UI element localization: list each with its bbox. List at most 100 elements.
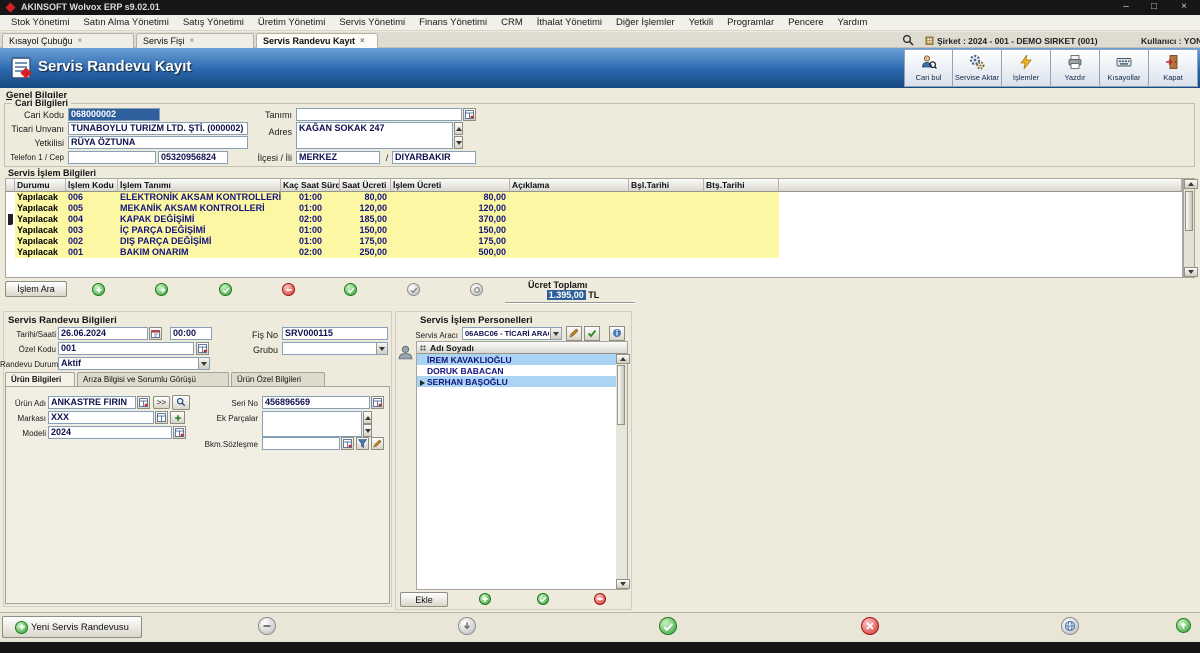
row-cancel-button[interactable] bbox=[407, 283, 420, 296]
markasi-lookup-button[interactable] bbox=[155, 411, 168, 424]
table-scrollbar[interactable] bbox=[1183, 178, 1195, 278]
menu-ithalat-yonetimi[interactable]: İthalat Yönetimi bbox=[530, 17, 609, 28]
bottom-globe-button[interactable] bbox=[1061, 617, 1079, 635]
servis-araci-select[interactable]: 06ABC06 - TİCARİ ARAC bbox=[462, 327, 562, 340]
bottom-download-button[interactable] bbox=[458, 617, 476, 635]
markasi-field[interactable]: XXX bbox=[48, 411, 154, 424]
menu-satis-yonetimi[interactable]: Satış Yönetimi bbox=[176, 17, 251, 28]
arac-info-button[interactable] bbox=[609, 326, 625, 341]
table-row-current[interactable]: Yapılacak 004 KAPAK DEĞİŞİMİ 02:00 185,0… bbox=[6, 214, 1182, 225]
tab-close-icon[interactable]: × bbox=[78, 37, 83, 45]
bkm-sozlesme-field[interactable] bbox=[262, 437, 340, 450]
personel-row[interactable]: DORUK BABACAN bbox=[417, 365, 627, 376]
bkm-edit-button[interactable] bbox=[371, 437, 384, 450]
arac-edit-button[interactable] bbox=[566, 326, 582, 341]
yazdir-button[interactable]: Yazdır bbox=[1051, 49, 1100, 87]
adres-scroll-down-button[interactable] bbox=[454, 136, 463, 149]
modeli-field[interactable]: 2024 bbox=[48, 426, 172, 439]
personel-grid-header[interactable]: Adı Soyadı bbox=[417, 342, 627, 354]
col-islem-kodu[interactable]: İşlem Kodu bbox=[66, 179, 118, 192]
ekle-button[interactable]: Ekle bbox=[400, 592, 448, 607]
close-button[interactable]: × bbox=[1172, 0, 1196, 15]
ticari-unvani-field[interactable]: TUNABOYLU TURIZM LTD. ŞTİ. (000002) bbox=[68, 122, 248, 135]
ek-parcalar-field[interactable] bbox=[262, 411, 362, 437]
tab-servis-fisi[interactable]: Servis Fişi × bbox=[136, 33, 254, 48]
tab-close-icon[interactable]: × bbox=[190, 37, 195, 45]
search-icon[interactable] bbox=[902, 34, 914, 48]
row-post-button[interactable] bbox=[344, 283, 357, 296]
kapat-button[interactable]: Kapat bbox=[1149, 49, 1198, 87]
arac-confirm-button[interactable] bbox=[584, 326, 600, 341]
yeni-servis-randevusu-button[interactable]: Yeni Servis Randevusu bbox=[2, 616, 142, 638]
col-bsl-tarihi[interactable]: Bşl.Tarihi bbox=[629, 179, 704, 192]
row-edit-button[interactable] bbox=[219, 283, 232, 296]
table-row[interactable]: Yapılacak 005 MEKANİK AKSAM KONTROLLERİ … bbox=[6, 203, 1182, 214]
tab-urun-bilgileri[interactable]: Ürün Bilgileri bbox=[5, 372, 75, 386]
urun-adi-field[interactable]: ANKASTRE FIRIN bbox=[48, 396, 136, 409]
cari-kodu-field[interactable]: 068000002 bbox=[68, 108, 160, 121]
tarihi-calendar-button[interactable] bbox=[149, 327, 162, 340]
menu-uretim-yonetimi[interactable]: Üretim Yönetimi bbox=[251, 17, 332, 28]
islem-ara-button[interactable]: İşlem Ara bbox=[5, 281, 67, 297]
tarihi-field[interactable]: 26.06.2024 bbox=[58, 327, 148, 340]
menu-servis-yonetimi[interactable]: Servis Yönetimi bbox=[332, 17, 412, 28]
col-bts-tarihi[interactable]: Btş.Tarihi bbox=[704, 179, 779, 192]
menu-yetkili[interactable]: Yetkili bbox=[682, 17, 720, 28]
cep-field[interactable]: 05320956824 bbox=[158, 151, 228, 164]
tanimi-lookup-button[interactable] bbox=[463, 108, 476, 121]
bkm-filter-button[interactable] bbox=[356, 437, 369, 450]
col-durumu[interactable]: Durumu bbox=[15, 179, 66, 192]
scroll-thumb[interactable] bbox=[617, 365, 625, 425]
company-info[interactable]: Şirket : 2024 - 001 - DEMO SIRKET (001) bbox=[937, 36, 1098, 46]
modeli-lookup-button[interactable] bbox=[173, 426, 186, 439]
scroll-up-button[interactable] bbox=[1184, 179, 1198, 189]
seri-no-field[interactable]: 456896569 bbox=[262, 396, 370, 409]
tab-urun-ozel-bilgileri[interactable]: Ürün Özel Bilgileri bbox=[231, 372, 325, 386]
tab-ariza-bilgisi[interactable]: Arıza Bilgisi ve Sorumlu Görüşü bbox=[77, 372, 229, 386]
personel-row-current[interactable]: SERHAN BAŞOĞLU bbox=[417, 376, 627, 387]
ili-field[interactable]: DIYARBAKIR bbox=[392, 151, 476, 164]
personel-delete-button[interactable] bbox=[594, 593, 606, 605]
randevu-durumu-select[interactable]: Aktif bbox=[58, 357, 210, 370]
user-info[interactable]: Kullanıcı : YONET... bbox=[1141, 36, 1200, 46]
scroll-down-button[interactable] bbox=[1184, 267, 1198, 277]
ozel-kodu-field[interactable]: 001 bbox=[58, 342, 194, 355]
table-row[interactable]: Yapılacak 001 BAKIM ONARIM 02:00 250,00 … bbox=[6, 247, 1182, 258]
telefon1-field[interactable] bbox=[68, 151, 156, 164]
adres-field[interactable]: KAĞAN SOKAK 247 bbox=[296, 122, 453, 149]
urun-adi-more-button[interactable]: >> bbox=[153, 396, 170, 409]
personel-scrollbar[interactable] bbox=[616, 354, 627, 589]
row-insert-button[interactable] bbox=[92, 283, 105, 296]
col-saat-ucreti[interactable]: Saat Ücreti bbox=[340, 179, 391, 192]
urun-adi-lookup-button[interactable] bbox=[137, 396, 150, 409]
seri-no-lookup-button[interactable] bbox=[371, 396, 384, 409]
col-aciklama[interactable]: Açıklama bbox=[510, 179, 629, 192]
grubu-select[interactable] bbox=[282, 342, 388, 355]
tanimi-field[interactable] bbox=[296, 108, 462, 121]
servise-aktar-button[interactable]: Servise Aktar bbox=[953, 49, 1002, 87]
scroll-to-top-button[interactable] bbox=[1176, 618, 1191, 633]
bkm-lookup-button[interactable] bbox=[341, 437, 354, 450]
table-row[interactable]: Yapılacak 006 ELEKTRONİK AKSAM KONTROLLE… bbox=[6, 192, 1182, 203]
menu-yardim[interactable]: Yardım bbox=[831, 17, 875, 28]
personel-confirm-button[interactable] bbox=[537, 593, 549, 605]
tab-kisayol-cubugu[interactable]: Kısayol Çubuğu × bbox=[2, 33, 134, 48]
menu-pencere[interactable]: Pencere bbox=[781, 17, 830, 28]
col-kac-saat[interactable]: Kaç Saat Sürdü bbox=[281, 179, 340, 192]
maximize-button[interactable]: □ bbox=[1142, 0, 1166, 15]
urun-adi-search-button[interactable] bbox=[172, 395, 190, 410]
combo-arrow[interactable] bbox=[550, 328, 561, 339]
row-copy-button[interactable] bbox=[155, 283, 168, 296]
menu-programlar[interactable]: Programlar bbox=[720, 17, 781, 28]
minimize-button[interactable]: – bbox=[1114, 0, 1138, 15]
tab-close-icon[interactable]: × bbox=[360, 37, 365, 45]
kisayollar-button[interactable]: Kısayollar bbox=[1100, 49, 1149, 87]
col-islem-tanimi[interactable]: İşlem Tanımı bbox=[118, 179, 281, 192]
combo-arrow[interactable] bbox=[198, 358, 209, 369]
col-islem-ucreti[interactable]: İşlem Ücreti bbox=[391, 179, 510, 192]
ilcesi-field[interactable]: MERKEZ bbox=[296, 151, 380, 164]
bottom-cancel-button[interactable] bbox=[861, 617, 879, 635]
ek-parcalar-up-button[interactable] bbox=[363, 411, 372, 424]
menu-diger-islemler[interactable]: Diğer İşlemler bbox=[609, 17, 682, 28]
combo-arrow[interactable] bbox=[376, 343, 387, 354]
